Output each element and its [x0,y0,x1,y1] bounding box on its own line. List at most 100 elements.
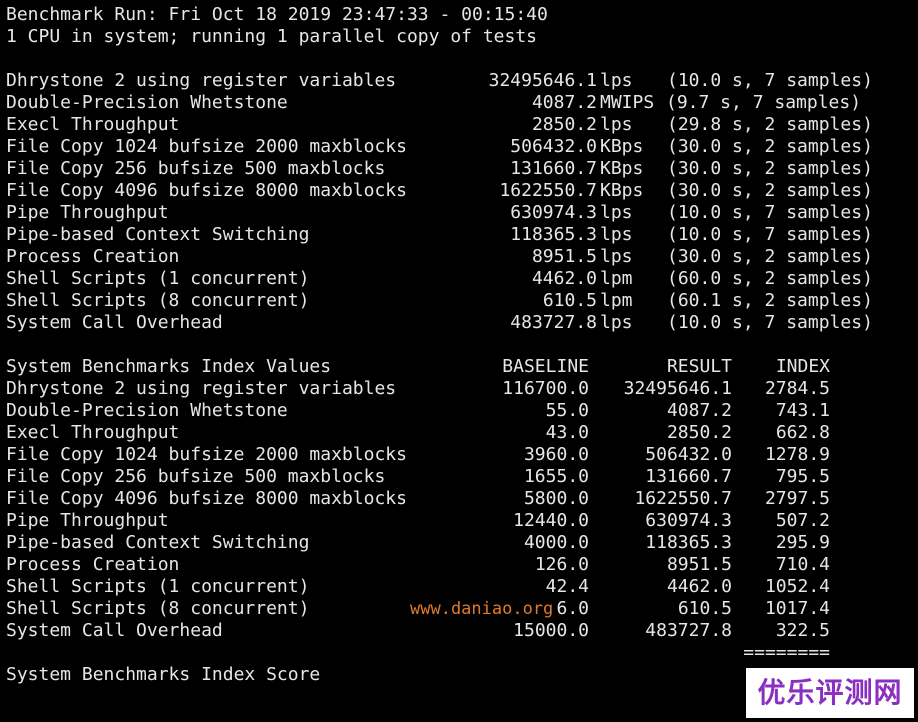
index-row-baseline: 55.0 [545,400,589,421]
result-unit: lpm [600,290,633,311]
watermark-url: www.daniao.org [410,599,554,619]
index-row-result: 4462.0 [666,576,732,597]
result-row: Execl Throughput 2850.2 lps (29.8 s, 2 samp… [6,114,906,136]
result-value: 4462.0 [531,268,597,289]
result-value: 131660.7 [510,158,597,179]
result-unit: lps [600,246,633,267]
result-detail: (30.0 s, 2 samples) [667,246,873,267]
result-unit: lps [600,202,633,223]
result-name: Shell Scripts (8 concurrent) [6,290,310,311]
result-value: 483727.8 [510,312,597,333]
result-row: System Call Overhead 483727.8 lps (10.0 s, … [6,312,906,334]
result-unit: lps [600,312,633,333]
index-row-result: 131660.7 [645,466,732,487]
result-name: Pipe-based Context Switching [6,224,310,245]
watermark-logo: 优乐评测网 [746,668,914,718]
result-value: 2850.2 [531,114,597,135]
result-name: Shell Scripts (1 concurrent) [6,268,310,289]
result-row: Pipe Throughput 630974.3 lps (10.0 s, 7 sam… [6,202,906,224]
index-row-name: Shell Scripts (1 concurrent) [6,576,310,597]
result-value: 118365.3 [510,224,597,245]
benchmark-run-header: Benchmark Run: Fri Oct 18 2019 23:47:33 … [6,4,548,25]
index-row-baseline: 116700.0 [502,378,589,399]
index-row-result: 118365.3 [645,532,732,553]
result-value: 630974.3 [510,202,597,223]
result-row: Double-Precision Whetstone 4087.2 MWIPS (9.… [6,92,906,114]
index-row-name: File Copy 1024 bufsize 2000 maxblocks [6,444,407,465]
index-row-index: 662.8 [775,422,830,443]
index-row-baseline: 1655.0 [523,466,589,487]
index-row-result: 8951.5 [666,554,732,575]
result-name: Double-Precision Whetstone [6,92,288,113]
index-row-result: 4087.2 [666,400,732,421]
result-unit: KBps [600,136,644,157]
index-row: Process Creation 126.0 8951.5 710.4 [6,554,906,576]
index-row-name: Double-Precision Whetstone [6,400,288,421]
index-row-name: File Copy 256 bufsize 500 maxblocks [6,466,386,487]
index-row-index: 710.4 [775,554,830,575]
result-row: Shell Scripts (1 concurrent) 4462.0 lpm (60… [6,268,906,290]
index-row-baseline: 43.0 [545,422,589,443]
result-detail: (30.0 s, 2 samples) [667,180,873,201]
result-row: File Copy 256 bufsize 500 maxblocks 13166… [6,158,906,180]
index-row: Pipe Throughput 12440.0 630974.3 507.2 [6,510,906,532]
index-row-result: 32495646.1 [623,378,732,399]
result-value: 32495646.1 [488,70,597,91]
result-row: File Copy 1024 bufsize 2000 maxblocks 506… [6,136,906,158]
index-row-result: 610.5 [677,598,732,619]
result-row: Pipe-based Context Switching 118365.3 lps (… [6,224,906,246]
index-row: File Copy 4096 bufsize 8000 maxblocks 580… [6,488,906,510]
result-name: File Copy 1024 bufsize 2000 maxblocks [6,136,407,157]
result-name: Execl Throughput [6,114,180,135]
result-value: 506432.0 [510,136,597,157]
index-row-index: 507.2 [775,510,830,531]
cpu-info-line: 1 CPU in system; running 1 parallel copy… [6,26,538,47]
result-row: File Copy 4096 bufsize 8000 maxblocks 162… [6,180,906,202]
result-row: Process Creation 8951.5 lps (30.0 s, 2 samp… [6,246,906,268]
result-unit: lpm [600,268,633,289]
index-row-index: 1017.4 [764,598,830,619]
result-value: 4087.2 [531,92,597,113]
index-row-result: 483727.8 [645,620,732,641]
column-result: RESULT [666,356,732,377]
index-row-index: 295.9 [775,532,830,553]
result-unit: lps [600,114,633,135]
result-value: 610.5 [542,290,597,311]
terminal-window[interactable]: Benchmark Run: Fri Oct 18 2019 23:47:33 … [0,0,918,722]
result-detail: (10.0 s, 7 samples) [667,70,873,91]
result-detail: (10.0 s, 7 samples) [667,202,873,223]
index-row-baseline: 12440.0 [513,510,589,531]
index-row: System Call Overhead 15000.0 483727.8 322.5 [6,620,906,642]
index-row: Double-Precision Whetstone 55.0 4087.2 743.… [6,400,906,422]
index-row-baseline: 42.4 [545,576,589,597]
index-row: Execl Throughput 43.0 2850.2 662.8 [6,422,906,444]
separator-line: ======== [6,642,906,664]
column-index: INDEX [775,356,830,377]
result-name: Process Creation [6,246,180,267]
result-detail: (10.0 s, 7 samples) [667,224,873,245]
result-name: File Copy 256 bufsize 500 maxblocks [6,158,386,179]
result-name: System Call Overhead [6,312,223,333]
index-row-index: 795.5 [775,466,830,487]
index-row-baseline: 126.0 [534,554,589,575]
index-row-baseline: 6.0 [556,598,589,619]
index-row-name: System Call Overhead [6,620,223,641]
index-row-result: 2850.2 [666,422,732,443]
index-score-label: System Benchmarks Index Score [6,664,321,685]
result-unit: KBps [600,158,644,179]
result-unit: MWIPS [600,92,655,113]
index-separator: ======== [743,642,830,663]
column-baseline: BASELINE [502,356,589,377]
index-row-name: Process Creation [6,554,180,575]
result-unit: lps [600,224,633,245]
index-row: Dhrystone 2 using register variables 1167… [6,378,906,400]
result-value: 1622550.7 [499,180,597,201]
result-detail: (29.8 s, 2 samples) [667,114,873,135]
result-name: Dhrystone 2 using register variables [6,70,397,91]
index-row-result: 506432.0 [645,444,732,465]
index-row-baseline: 4000.0 [523,532,589,553]
index-row-name: Shell Scripts (8 concurrent) [6,598,310,619]
index-row-baseline: 15000.0 [513,620,589,641]
index-row-result: 630974.3 [645,510,732,531]
index-row-index: 2797.5 [764,488,830,509]
